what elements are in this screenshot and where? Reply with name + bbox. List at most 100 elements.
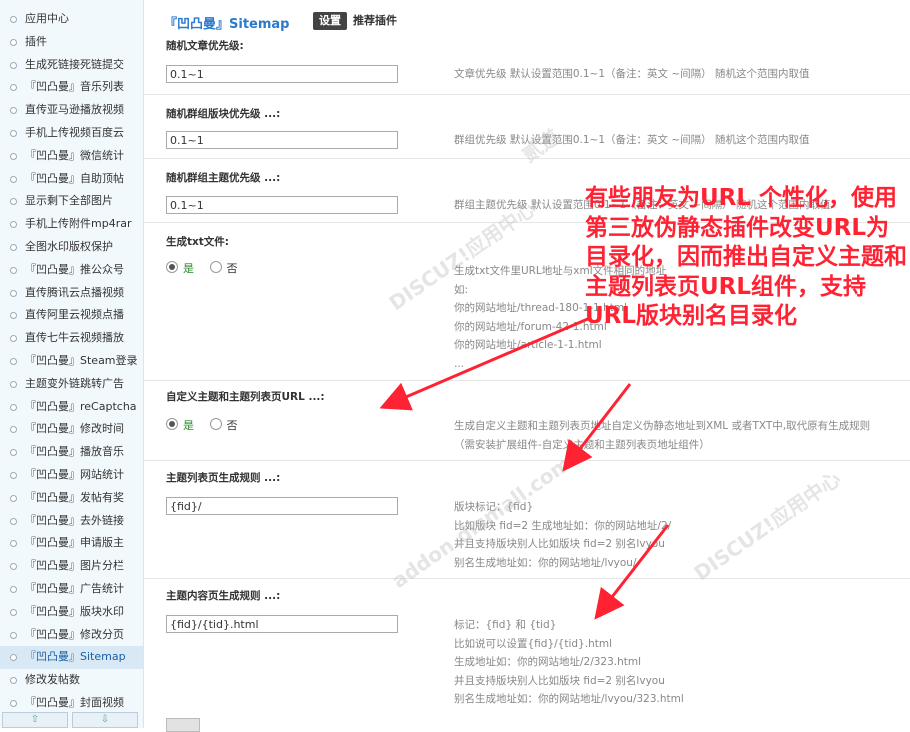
- setting-label: 主题内容页生成规则 ...:: [166, 590, 281, 602]
- group-thread-priority-input[interactable]: 0.1~1: [166, 196, 398, 214]
- sidebar-item-label: 主题变外链跳转广告: [25, 376, 124, 390]
- sidebar-item-label: 『凹凸曼』Sitemap: [25, 650, 126, 664]
- setting-description: 生成自定义主题和主题列表页地址自定义伪静态地址到XML 或者TXT中,取代原有生…: [454, 417, 870, 454]
- sidebar-item[interactable]: 『凹凸曼』申请版主: [0, 532, 143, 555]
- sidebar-item[interactable]: 应用中心: [0, 8, 143, 31]
- sidebar-item[interactable]: 『凹凸曼』Sitemap: [0, 646, 143, 670]
- sidebar-item[interactable]: 全图水印版权保护: [0, 236, 143, 259]
- sidebar-list: 应用中心 插件生成死链接死链提交『凹凸曼』音乐列表 直传亚马逊播放视频手机上传视频百…: [0, 0, 143, 715]
- bullet-icon: [10, 699, 17, 707]
- bullet-icon: [10, 152, 17, 160]
- radio-yes[interactable]: [166, 418, 178, 430]
- bullet-icon: [10, 129, 17, 137]
- sidebar-item[interactable]: 『凹凸曼』播放音乐: [0, 441, 143, 464]
- custom-url-radio-group: 是 否: [166, 417, 238, 433]
- radio-no[interactable]: [209, 261, 222, 273]
- sidebar-item[interactable]: 『凹凸曼』网站统计: [0, 464, 143, 487]
- setting-row-custom-url: 自定义主题和主题列表页URL ...: 是 否 生成自定义主题和主题列表页地址自…: [144, 380, 910, 461]
- bullet-icon: [10, 84, 17, 92]
- sidebar-item-label: 『凹凸曼』修改时间: [25, 422, 124, 436]
- sidebar-item[interactable]: 直传阿里云视频点播: [0, 304, 143, 327]
- scroll-up-button[interactable]: ⇧: [2, 712, 68, 728]
- desc-line: ...: [454, 357, 465, 370]
- bullet-icon: [10, 107, 17, 115]
- sidebar-item-label: 生成死链接死链提交: [25, 57, 124, 71]
- desc-line: 你的网站地址/article-1-1.html: [454, 339, 602, 351]
- bullet-icon: [10, 563, 17, 571]
- bullet-icon: [10, 517, 17, 525]
- desc-line: 别名生成地址如：你的网站地址/lvyou/323.html: [454, 693, 684, 705]
- sidebar-item-label: 手机上传视频百度云: [25, 125, 124, 139]
- sidebar-item[interactable]: 『凹凸曼』自助顶帖: [0, 168, 143, 191]
- sidebar-item-label: 『凹凸曼』封面视频: [25, 695, 124, 709]
- setting-row-thread-rule: 主题内容页生成规则 ...: {fid}/{tid}.html 标记：{fid}…: [144, 578, 910, 715]
- bullet-icon: [10, 677, 17, 685]
- sidebar-item[interactable]: 『凹凸曼』图片分栏: [0, 555, 143, 578]
- desc-line: 并且支持版块别人比如版块 fid=2 别名lvyou: [454, 538, 665, 550]
- radio-yes-label: 是: [183, 262, 194, 275]
- bullet-icon: [10, 471, 17, 479]
- desc-line: 生成自定义主题和主题列表页地址自定义伪静态地址到XML 或者TXT中,取代原有生…: [454, 420, 871, 432]
- sidebar-item[interactable]: 修改发帖数: [0, 669, 143, 692]
- sidebar-item-label: 『凹凸曼』申请版主: [25, 536, 124, 550]
- sidebar-item[interactable]: 直传七牛云视频播放: [0, 327, 143, 350]
- sidebar-item[interactable]: 『凹凸曼』reCaptcha: [0, 396, 143, 419]
- sidebar-item[interactable]: 显示剩下全部图片: [0, 190, 143, 213]
- sidebar-item-label: 手机上传附件mp4rar: [25, 217, 132, 231]
- radio-yes[interactable]: [166, 261, 178, 273]
- sidebar-item[interactable]: 手机上传视频百度云: [0, 122, 143, 145]
- thread-rule-input[interactable]: {fid}/{tid}.html: [166, 615, 398, 633]
- setting-label: 随机群组版块优先级 ...:: [166, 108, 281, 120]
- radio-no-label: 否: [226, 262, 238, 275]
- sidebar-item[interactable]: 『凹凸曼』音乐列表: [0, 76, 143, 99]
- sidebar-item[interactable]: 直传腾讯云点播视频: [0, 282, 143, 305]
- sidebar-item[interactable]: 直传亚马逊播放视频: [0, 99, 143, 122]
- sidebar-item[interactable]: 『凹凸曼』版块水印: [0, 601, 143, 624]
- sidebar-item[interactable]: 『凹凸曼』推公众号: [0, 259, 143, 282]
- sidebar-item-label: 『凹凸曼』reCaptcha: [25, 399, 137, 413]
- sidebar-item[interactable]: 『凹凸曼』微信统计: [0, 145, 143, 168]
- desc-line: 版块标记：{fid}: [454, 501, 534, 513]
- scroll-down-button[interactable]: ⇩: [72, 712, 138, 728]
- sidebar-item[interactable]: 生成死链接死链提交: [0, 54, 143, 77]
- sidebar-item[interactable]: 手机上传附件mp4rar: [0, 213, 143, 236]
- group-forum-priority-input[interactable]: 0.1~1: [166, 131, 398, 149]
- desc-line: 比如说可以设置{fid}/{tid}.html: [454, 637, 612, 650]
- bullet-icon: [10, 243, 17, 251]
- setting-row-list-rule: 主题列表页生成规则 ...: {fid}/ 版块标记：{fid} 比如版块 fi…: [144, 460, 910, 579]
- setting-description: 版块标记：{fid} 比如版块 fid=2 生成地址如：你的网站地址/2/ 并且…: [454, 498, 671, 572]
- sidebar-item-label: 直传七牛云视频播放: [25, 331, 124, 345]
- sidebar-item-label: 『凹凸曼』播放音乐: [25, 445, 124, 459]
- annotation-text: 有些朋友为URL 个性化，使用第三放伪静态插件改变URL为目录化，因而推出自定义…: [585, 185, 907, 329]
- radio-no[interactable]: [209, 418, 222, 430]
- tab-settings[interactable]: 设置: [313, 12, 347, 30]
- sidebar-item[interactable]: 插件: [0, 31, 143, 54]
- sidebar-item[interactable]: 主题变外链跳转广告: [0, 373, 143, 396]
- desc-line: 比如版块 fid=2 生成地址如：你的网站地址/2/: [454, 519, 672, 532]
- sidebar-item[interactable]: 『凹凸曼』发帖有奖: [0, 487, 143, 510]
- sidebar-item[interactable]: 『凹凸曼』修改时间: [0, 418, 143, 441]
- bullet-icon: [10, 221, 17, 229]
- setting-label: 随机文章优先级:: [166, 40, 244, 52]
- sidebar-item-label: 修改发帖数: [25, 673, 80, 687]
- radio-no-label: 否: [226, 419, 238, 432]
- submit-button[interactable]: [166, 718, 200, 732]
- sidebar-item[interactable]: 『凹凸曼』广告统计: [0, 578, 143, 601]
- sidebar-item[interactable]: 『凹凸曼』修改分页: [0, 624, 143, 647]
- setting-description: 标记：{fid} 和 {tid} 比如说可以设置{fid}/{tid}.html…: [454, 616, 684, 709]
- sidebar-item-label: 『凹凸曼』图片分栏: [25, 559, 124, 573]
- sidebar-item[interactable]: 『凹凸曼』去外链接: [0, 510, 143, 533]
- bullet-icon: [10, 654, 17, 662]
- setting-label: 随机群组主题优先级 ...:: [166, 172, 281, 184]
- bullet-icon: [10, 289, 17, 297]
- tab-recommended-plugins[interactable]: 推荐插件: [353, 12, 397, 30]
- sidebar-item[interactable]: 『凹凸曼』Steam登录: [0, 350, 143, 373]
- bullet-icon: [10, 266, 17, 274]
- radio-yes-label: 是: [183, 419, 194, 432]
- article-priority-input[interactable]: 0.1~1: [166, 65, 398, 83]
- bullet-icon: [10, 198, 17, 206]
- page-title: 『凹凸曼』Sitemap: [164, 17, 290, 32]
- setting-row-article-priority: 随机文章优先级: 0.1~1 文章优先级 默认设置范围0.1~1（备注：英文 ~…: [144, 40, 910, 94]
- bullet-icon: [10, 357, 17, 365]
- list-rule-input[interactable]: {fid}/: [166, 497, 398, 515]
